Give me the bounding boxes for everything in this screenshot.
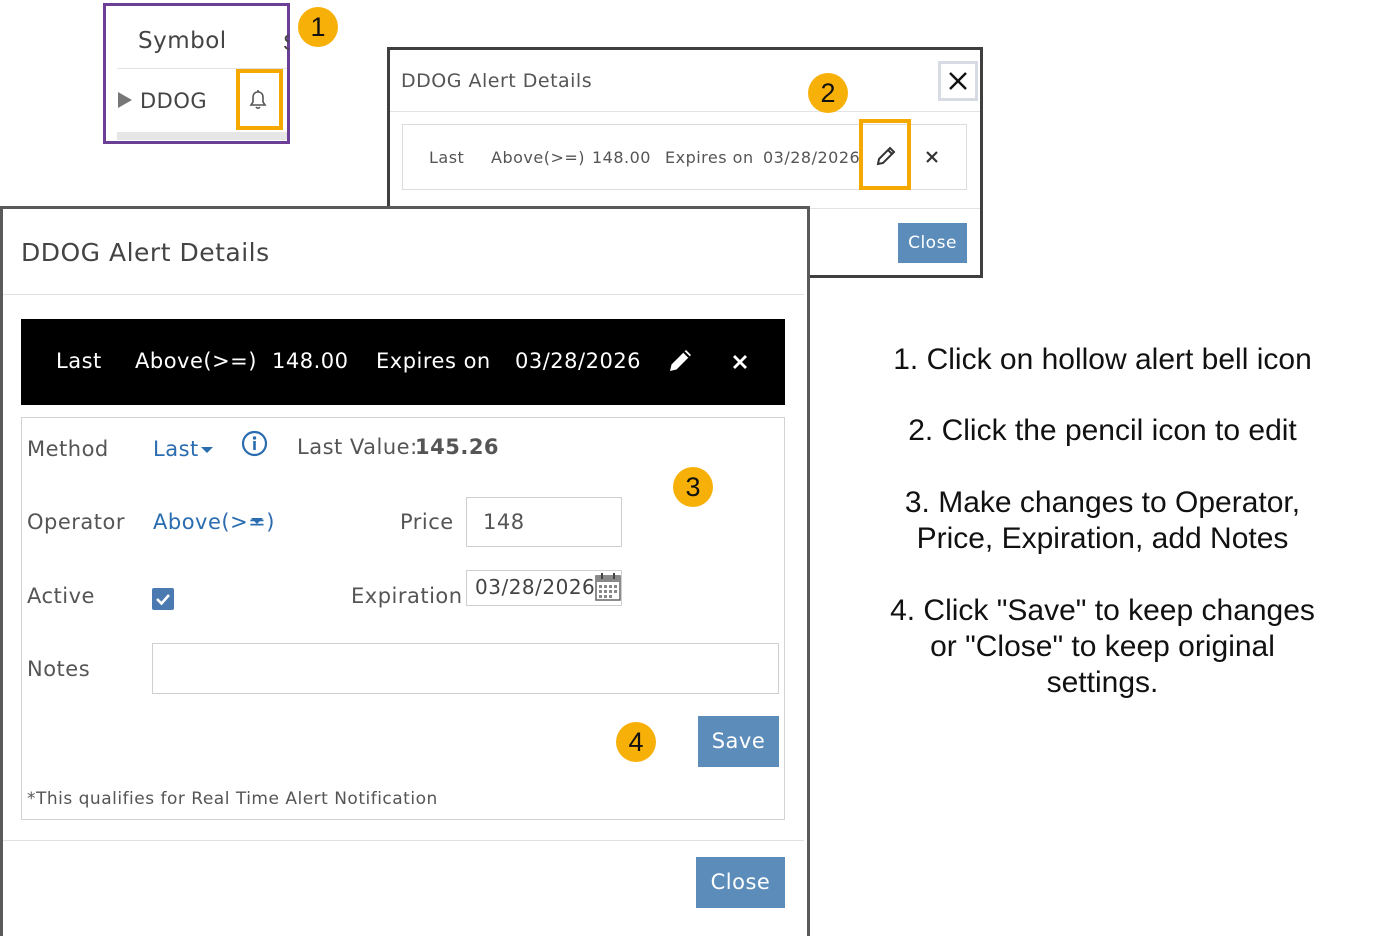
delete-alert-icon[interactable] [925, 150, 939, 169]
price-input[interactable]: 148 [466, 497, 622, 547]
instruction-step4-line1: 4. Click "Save" to keep changes [890, 594, 1315, 627]
method-dropdown[interactable]: Last [153, 437, 199, 461]
instruction-step4-line3: settings. [1046, 666, 1159, 699]
row-shade [117, 132, 287, 140]
instruction-step2: 2. Click the pencil icon to edit [908, 414, 1297, 447]
callout-3: 3 [673, 467, 713, 507]
alert-expires-date: 03/28/2026 [763, 148, 861, 167]
divider [3, 294, 804, 295]
bell-highlight [236, 69, 283, 130]
notes-input[interactable] [152, 643, 779, 694]
realtime-footnote: *This qualifies for Real Time Alert Noti… [27, 789, 438, 809]
divider [3, 840, 804, 841]
active-label: Active [27, 584, 95, 608]
operator-label: Operator [27, 510, 125, 534]
instruction-step3-line1: 3. Make changes to Operator, [904, 486, 1301, 519]
method-label: Method [27, 437, 109, 461]
callout-4: 4 [616, 722, 656, 762]
last-value: 145.26 [415, 435, 500, 459]
alert-price: 148.00 [592, 148, 651, 167]
pencil-highlight [859, 119, 911, 190]
active-checkbox[interactable] [152, 588, 174, 610]
pencil-icon[interactable] [667, 346, 695, 379]
bar-price: 148.00 [272, 349, 349, 373]
alert-operator: Above(>=) [491, 148, 585, 167]
bar-expires-date: 03/28/2026 [515, 349, 642, 373]
instruction-step4-line2: or "Close" to keep original [930, 630, 1275, 663]
edit-form [21, 417, 785, 820]
expand-arrow-icon[interactable] [118, 92, 132, 108]
bar-method: Last [56, 349, 102, 373]
big-dialog-title: DDOG Alert Details [21, 238, 270, 267]
bar-operator: Above(>=) [135, 349, 257, 373]
instruction-step1: 1. Click on hollow alert bell icon [893, 343, 1312, 376]
column-header-cutoff: S [283, 30, 289, 50]
calendar-icon[interactable] [594, 572, 622, 607]
symbol-column-header: Symbol [138, 28, 227, 54]
symbol-ddog[interactable]: DDOG [140, 89, 207, 113]
expiration-label: Expiration [351, 584, 463, 608]
delete-alert-icon[interactable] [732, 354, 748, 375]
callout-2: 2 [808, 73, 848, 113]
price-label: Price [400, 510, 454, 534]
save-button[interactable]: Save [698, 716, 779, 767]
close-button[interactable]: Close [696, 857, 785, 908]
instruction-step3-line2: Price, Expiration, add Notes [916, 522, 1289, 555]
divider [390, 111, 980, 112]
chevron-down-icon[interactable] [251, 518, 263, 524]
alert-expires-label: Expires on [665, 148, 754, 167]
small-dialog-close-icon[interactable] [938, 61, 978, 101]
info-icon[interactable] [241, 430, 268, 462]
notes-label: Notes [27, 657, 91, 681]
callout-1: 1 [298, 7, 338, 47]
small-close-button[interactable]: Close [898, 223, 967, 263]
alert-method: Last [429, 148, 465, 167]
chevron-down-icon[interactable] [201, 447, 213, 453]
bar-expires-label: Expires on [376, 349, 491, 373]
last-value-label: Last Value: [297, 435, 418, 459]
small-dialog-title: DDOG Alert Details [401, 70, 593, 92]
